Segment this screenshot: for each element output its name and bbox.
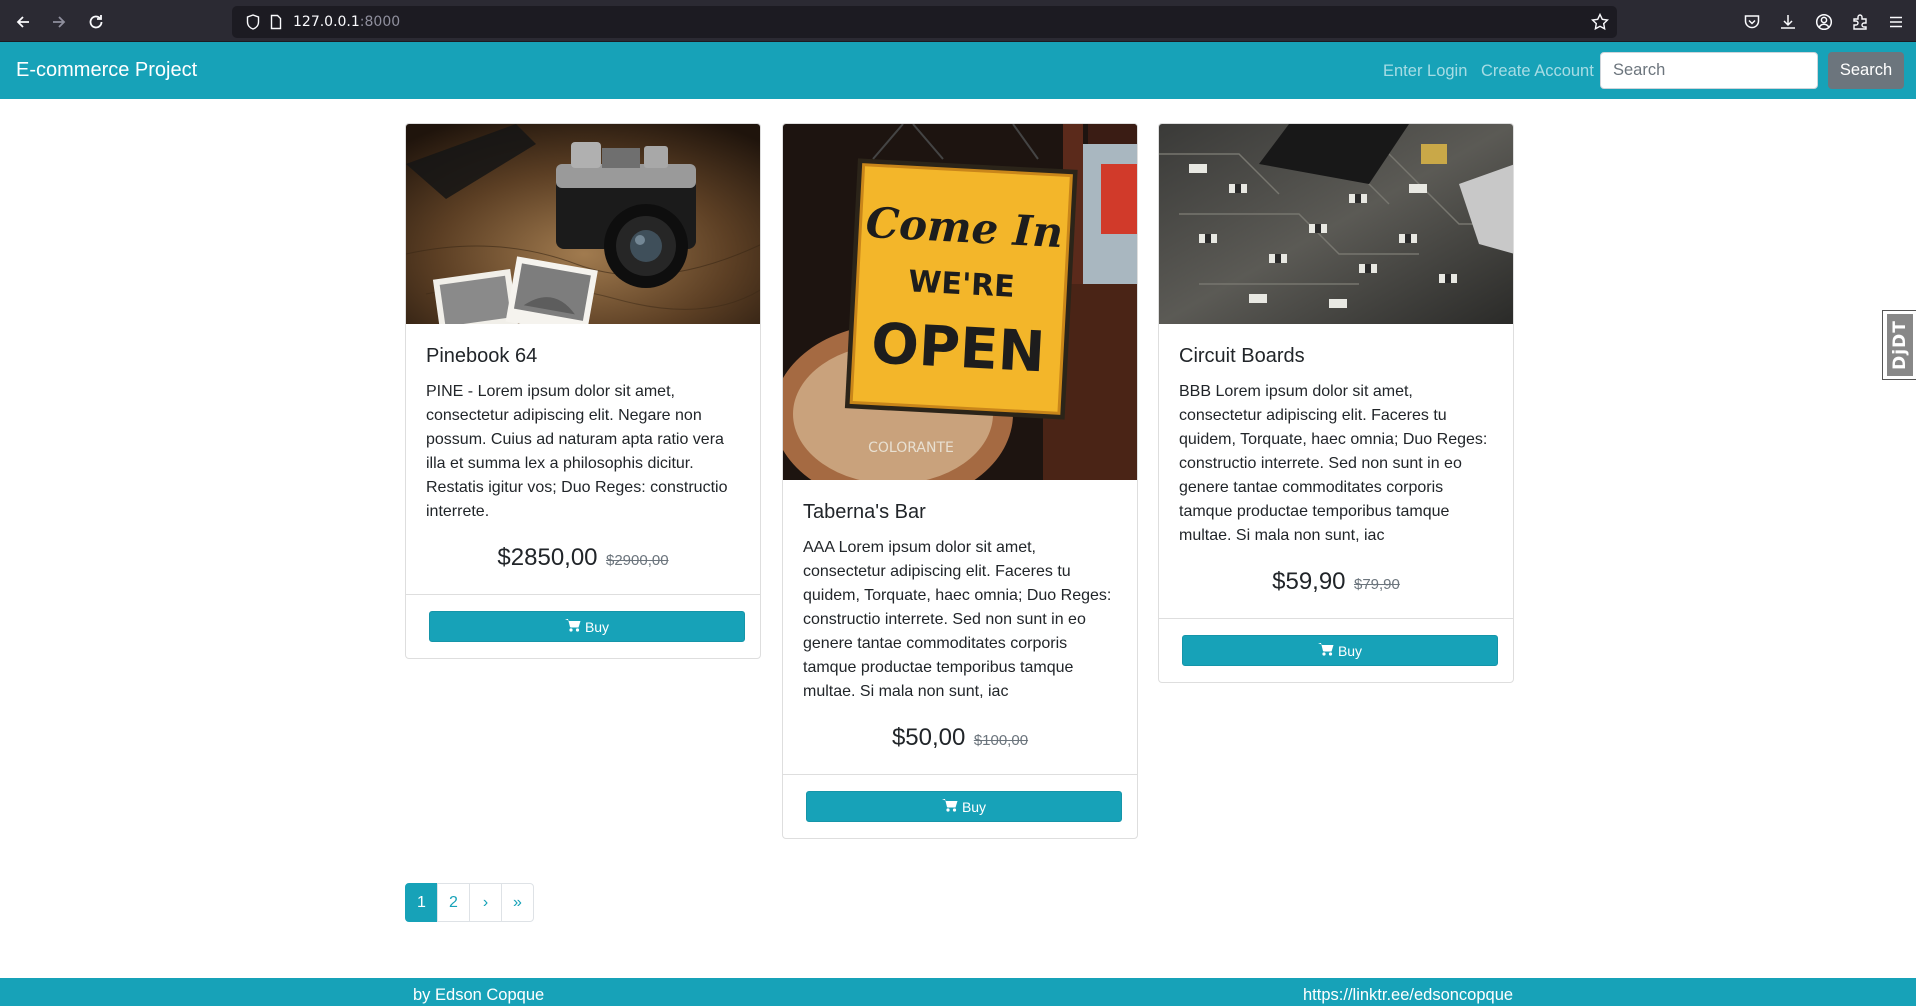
product-price: $2850,00 [497, 544, 598, 571]
footer-link[interactable]: https://linktr.ee/edsoncopque [1303, 986, 1513, 1005]
product-title[interactable]: Taberna's Bar [803, 500, 1117, 524]
url-text: 127.0.0.1:8000 [293, 14, 401, 30]
extensions-icon[interactable] [1848, 10, 1872, 34]
pocket-icon[interactable] [1740, 10, 1764, 34]
product-description: AAA Lorem ipsum dolor sit amet, consecte… [803, 539, 1112, 700]
buy-label: Buy [961, 798, 987, 815]
buy-label: Buy [584, 618, 610, 635]
download-icon[interactable] [1776, 10, 1800, 34]
product-price: $59,90 [1272, 568, 1346, 595]
create-account-link[interactable]: Create Account [1481, 62, 1594, 81]
card-footer: Buy [783, 774, 1137, 838]
site-navbar: E-commerce Project Enter Login Create Ac… [0, 42, 1916, 99]
bookmark-star-icon[interactable] [1590, 12, 1610, 36]
buy-button[interactable]: Buy [1182, 635, 1498, 666]
product-description: PINE - Lorem ipsum dolor sit amet, conse… [426, 383, 728, 520]
product-old-price: $100,00 [973, 732, 1029, 749]
cart-icon [564, 618, 581, 635]
product-old-price: $79,90 [1353, 576, 1400, 593]
address-bar[interactable]: 127.0.0.1:8000 [232, 6, 1617, 38]
browser-toolbar: 127.0.0.1:8000 [0, 0, 1916, 42]
product-title[interactable]: Circuit Boards [1179, 344, 1493, 368]
product-card: Circuit Boards BBB Lorem ipsum dolor sit… [1158, 123, 1514, 683]
product-price: $50,00 [891, 724, 966, 751]
product-image-open-sign[interactable]: Come In WE'RE OPEN COLORANTE [783, 124, 1137, 480]
sign-text-open: OPEN [870, 311, 1047, 385]
search-input[interactable] [1600, 52, 1818, 89]
pagination: 1 2 › » [405, 883, 534, 922]
back-icon[interactable] [10, 9, 36, 35]
price-line: $50,00 $100,00 [803, 724, 1117, 774]
product-title[interactable]: Pinebook 64 [426, 344, 740, 368]
footer-author: by Edson Copque [413, 986, 545, 1004]
product-image-camera[interactable] [406, 124, 760, 324]
product-card: Come In WE'RE OPEN COLORANTE Taberna's B… [782, 123, 1138, 839]
cart-icon [941, 798, 958, 815]
page-icon [270, 14, 282, 35]
product-image-circuit-board[interactable] [1159, 124, 1513, 324]
sign-brand-text: COLORANTE [868, 440, 954, 456]
login-link[interactable]: Enter Login [1383, 62, 1467, 81]
price-line: $59,90 $79,90 [1179, 568, 1493, 618]
buy-button[interactable]: Buy [806, 791, 1122, 822]
search-button[interactable]: Search [1828, 52, 1904, 89]
page-next[interactable]: › [469, 883, 502, 922]
account-icon[interactable] [1812, 10, 1836, 34]
reload-icon[interactable] [83, 9, 109, 35]
product-card: Pinebook 64 PINE - Lorem ipsum dolor sit… [405, 123, 761, 659]
page-link-2[interactable]: 2 [437, 883, 470, 922]
price-line: $2850,00 $2900,00 [426, 544, 740, 594]
cart-icon [1317, 642, 1334, 659]
shield-icon [246, 14, 260, 35]
site-footer: by Edson Copque https://linktr.ee/edsonc… [0, 978, 1916, 1006]
buy-label: Buy [1337, 642, 1363, 659]
card-footer: Buy [406, 594, 760, 658]
buy-button[interactable]: Buy [429, 611, 745, 642]
page-link-1[interactable]: 1 [405, 883, 438, 922]
card-footer: Buy [1159, 618, 1513, 682]
debug-toolbar-handle[interactable]: DjDT [1882, 310, 1916, 380]
debug-toolbar-badge: DjDT [1886, 314, 1913, 376]
sign-text-were: WE'RE [907, 264, 1015, 305]
product-description: BBB Lorem ipsum dolor sit amet, consecte… [1179, 383, 1488, 544]
product-old-price: $2900,00 [605, 552, 669, 569]
forward-icon[interactable] [46, 9, 72, 35]
brand-link[interactable]: E-commerce Project [16, 59, 197, 82]
debug-toolbar-label: DjDT [1889, 320, 1910, 370]
menu-icon[interactable] [1884, 10, 1908, 34]
page-last[interactable]: » [501, 883, 534, 922]
sign-text-come-in: Come In [865, 198, 1065, 257]
